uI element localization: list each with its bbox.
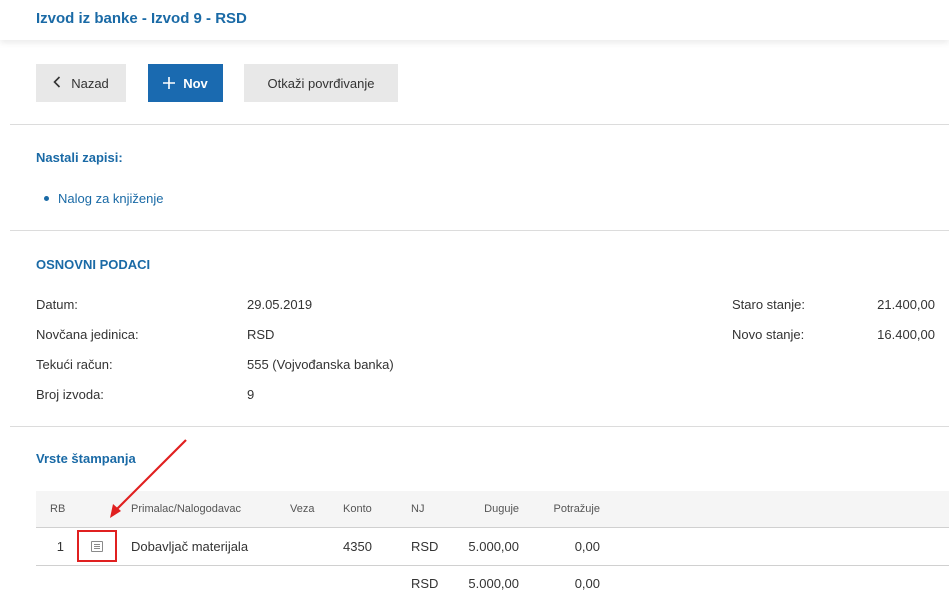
field-label-statement-number: Broj izvoda: <box>36 387 104 402</box>
new-button-label: Nov <box>183 75 208 91</box>
field-label-account: Tekući račun: <box>36 357 113 372</box>
cancel-confirmation-button[interactable]: Otkaži povrđivanje <box>244 64 398 102</box>
new-button[interactable]: Nov <box>148 64 223 102</box>
column-header-partner: Primalac/Nalogodavac <box>131 503 242 515</box>
new-balance-value: 16.400,00 <box>877 327 935 342</box>
chevron-left-icon <box>53 75 61 91</box>
cancel-confirmation-label: Otkaži povrđivanje <box>267 75 375 91</box>
field-value-statement-number: 9 <box>247 387 255 402</box>
back-button[interactable]: Nazad <box>36 64 126 102</box>
column-header-nj: NJ <box>411 503 425 515</box>
table-row-separator <box>36 527 949 528</box>
field-label-currency: Novčana jedinica: <box>36 327 139 342</box>
column-header-veza: Veza <box>290 503 315 515</box>
column-header-duguje: Duguje <box>484 503 519 515</box>
field-value-currency: RSD <box>247 327 275 342</box>
back-button-label: Nazad <box>71 75 109 91</box>
cell-nj: RSD <box>411 539 439 554</box>
cell-rb: 1 <box>56 539 64 554</box>
created-records-title: Nastali zapisi: <box>36 150 123 165</box>
basic-data-title: OSNOVNI PODACI <box>36 257 151 272</box>
old-balance-value: 21.400,00 <box>877 297 935 312</box>
new-balance-label: Novo stanje: <box>732 327 805 342</box>
bullet-icon <box>44 196 49 202</box>
document-icon <box>91 540 103 552</box>
total-potrazuje: 0,00 <box>574 576 600 591</box>
total-duguje: 5.000,00 <box>468 576 519 591</box>
print-types-title: Vrste štampanja <box>36 451 136 466</box>
divider <box>10 426 949 427</box>
page-title: Izvod iz banke - Izvod 9 - RSD <box>36 10 247 27</box>
field-label-date: Datum: <box>36 297 78 312</box>
divider <box>10 230 949 231</box>
created-record-label: Nalog za knjiženje <box>58 191 164 206</box>
column-header-rb: RB <box>50 503 66 515</box>
cell-duguje: 5.000,00 <box>468 539 519 554</box>
plus-icon <box>163 73 176 94</box>
old-balance-label: Staro stanje: <box>732 297 805 312</box>
field-value-date: 29.05.2019 <box>247 297 313 312</box>
cell-partner: Dobavljač materijala <box>131 539 249 554</box>
field-value-account: 555 (Vojvođanska banka) <box>247 357 394 372</box>
cell-potrazuje: 0,00 <box>574 539 600 554</box>
created-record-link[interactable]: Nalog za knjiženje <box>44 191 164 206</box>
column-header-konto: Konto <box>343 503 372 515</box>
column-header-potrazuje: Potražuje <box>553 503 600 515</box>
table-row-separator <box>36 565 949 566</box>
cell-konto: 4350 <box>343 539 372 554</box>
document-icon-button[interactable] <box>77 530 117 562</box>
page-header: Izvod iz banke - Izvod 9 - RSD <box>0 0 949 40</box>
divider <box>10 124 949 125</box>
total-nj: RSD <box>411 576 439 591</box>
